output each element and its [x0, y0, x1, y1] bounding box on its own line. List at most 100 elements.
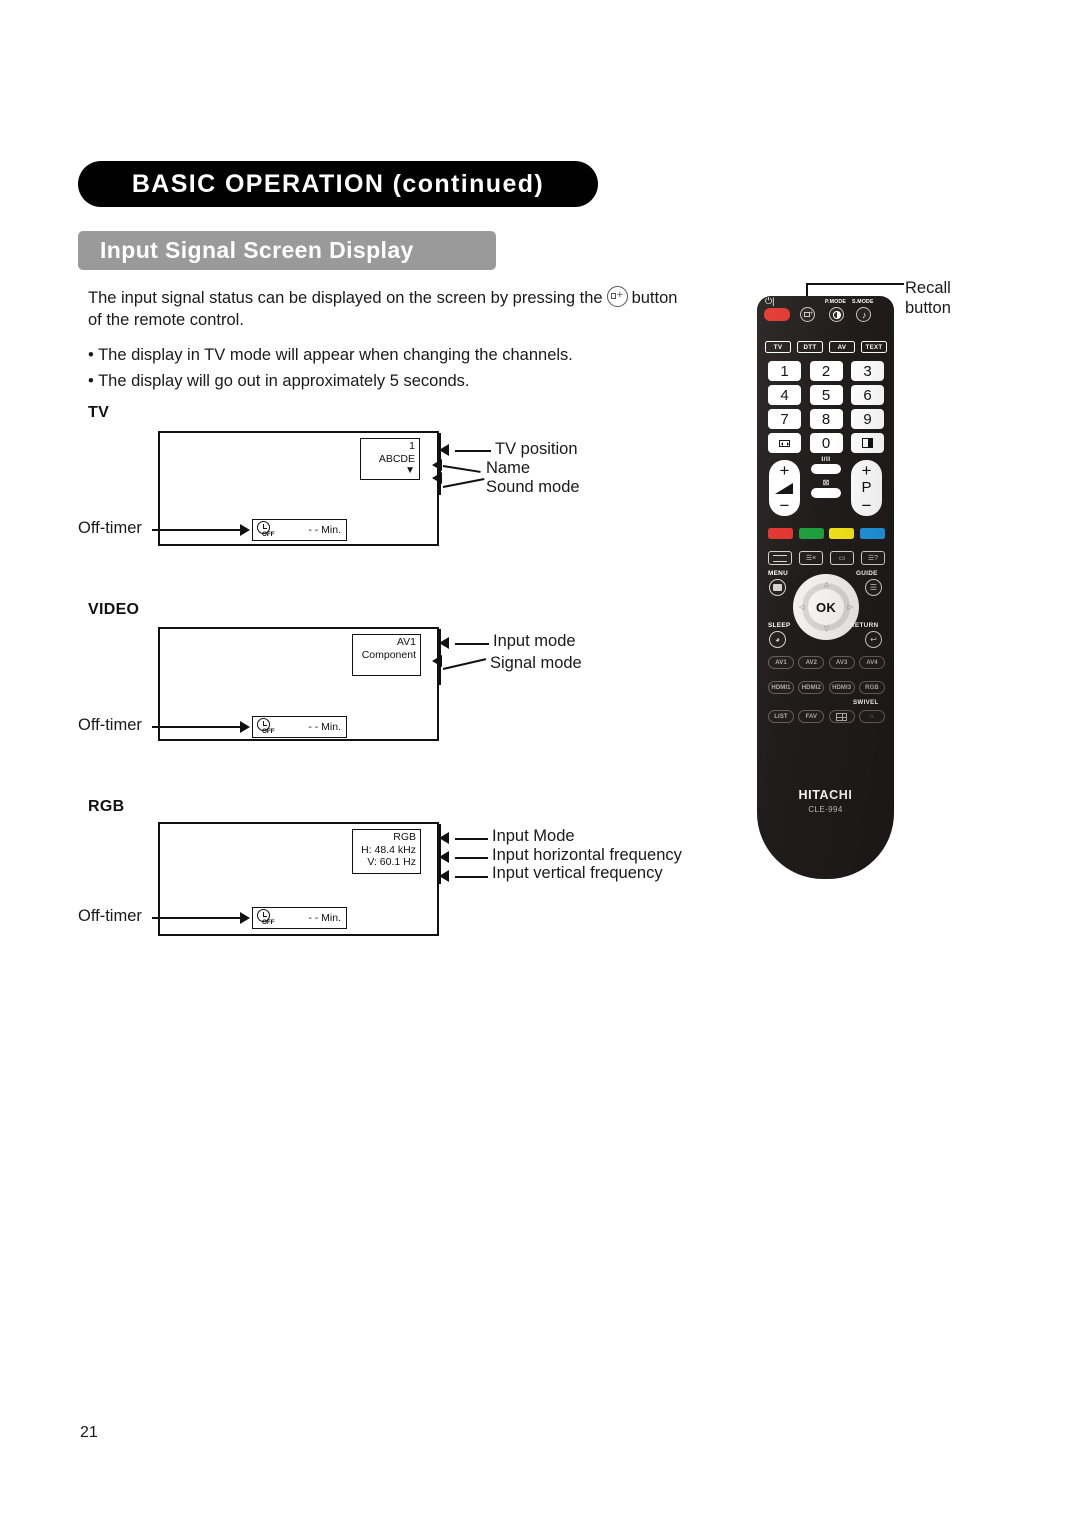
offtimer-caption-video: Off-timer: [78, 716, 142, 734]
subtitle-icon: ▭: [838, 554, 846, 562]
volume-up-label: +: [779, 461, 790, 480]
text-cancel-button[interactable]: ☰×: [799, 551, 823, 565]
bullet-item-1: • The display in TV mode will appear whe…: [88, 346, 573, 364]
recall-callout-line-2: button: [905, 299, 951, 317]
color-key-blue[interactable]: [859, 528, 885, 539]
numpad-button-4[interactable]: 4: [768, 385, 801, 405]
rgb-callout-leader-1: [455, 838, 488, 840]
recall-button-callout: Recall button: [905, 278, 951, 318]
half-screen-button[interactable]: [851, 433, 884, 453]
directional-pad[interactable]: △ ▽ ◁ ▷ OK: [793, 574, 859, 640]
smode-label: S.MODE: [852, 299, 874, 305]
program-down-label: −: [861, 496, 872, 515]
video-callout-leader-1: [455, 643, 489, 645]
numpad-row-2: 4 5 6: [768, 385, 884, 405]
headphone-button[interactable]: ∩: [858, 710, 885, 723]
numpad-button-8[interactable]: 8: [809, 409, 843, 429]
sound-mode-button[interactable]: ♪: [856, 307, 871, 322]
color-key-red[interactable]: [768, 528, 793, 539]
return-label: RETURN: [850, 622, 879, 629]
dpad-up-icon[interactable]: △: [824, 581, 829, 588]
channel-swap-button[interactable]: [768, 433, 801, 453]
remote-center-pair: I/II ⊠: [809, 456, 843, 498]
clock-off-icon: OFF: [255, 520, 277, 540]
rgb-callout-leader-2: [455, 857, 488, 859]
input-button-av4[interactable]: AV4: [858, 656, 885, 669]
favourite-button[interactable]: FAV: [798, 710, 825, 723]
text-reveal-button[interactable]: ☰?: [861, 551, 885, 565]
rgb-callout-arrow-2: [439, 851, 449, 863]
source-button-text[interactable]: TEXT: [861, 341, 887, 353]
dual-sound-button[interactable]: [811, 464, 841, 474]
numpad-button-0[interactable]: 0: [809, 433, 843, 453]
source-button-tv[interactable]: TV: [765, 341, 791, 353]
guide-button[interactable]: ☰: [865, 579, 882, 596]
offtimer-video-value: - - Min.: [308, 721, 341, 733]
osd-video-input-mode: AV1: [396, 636, 416, 648]
volume-icon: [775, 483, 793, 494]
mute-button[interactable]: [811, 488, 841, 498]
page-header-title: BASIC OPERATION (continued): [131, 169, 545, 198]
multi-window-button[interactable]: [828, 710, 855, 723]
numpad-button-1[interactable]: 1: [768, 361, 801, 381]
input-button-av3[interactable]: AV3: [828, 656, 855, 669]
volume-rocker[interactable]: + −: [769, 460, 800, 516]
music-note-icon: ♪: [862, 310, 867, 320]
rgb-callout-leader-3: [455, 876, 488, 878]
input-pill-row-av: AV1 AV2 AV3 AV4: [768, 656, 885, 669]
video-callout-arrow-2: [432, 655, 442, 667]
section-title-text: Input Signal Screen Display: [100, 237, 414, 263]
clock-off-icon: OFF: [255, 717, 277, 737]
clock-off-label: OFF: [262, 728, 275, 735]
source-button-dtt[interactable]: DTT: [797, 341, 823, 353]
program-rocker[interactable]: + P −: [851, 460, 882, 516]
dpad-left-icon[interactable]: ◁: [799, 604, 804, 611]
input-button-hdmi3[interactable]: HDMI3: [828, 681, 855, 694]
offtimer-tv-leader: [152, 529, 240, 531]
numpad-button-5[interactable]: 5: [809, 385, 843, 405]
remote-control-illustration: ⏻| + P.MODE S.MODE ♪ TV DTT AV TEXT 1 2 …: [757, 296, 894, 879]
picture-mode-button[interactable]: [829, 307, 844, 322]
numpad-button-2[interactable]: 2: [809, 361, 843, 381]
ok-button[interactable]: OK: [808, 589, 844, 625]
return-button[interactable]: ↩: [865, 631, 882, 648]
power-button[interactable]: [764, 308, 790, 321]
rgb-callout-arrow-1: [439, 832, 449, 844]
offtimer-box-video: OFF - - Min.: [252, 716, 347, 738]
text-index-button[interactable]: [768, 551, 792, 565]
subtitle-button[interactable]: ▭: [830, 551, 854, 565]
menu-button[interactable]: [769, 579, 786, 596]
input-button-av2[interactable]: AV2: [798, 656, 825, 669]
input-button-hdmi2[interactable]: HDMI2: [798, 681, 825, 694]
osd-box-video: AV1 Component: [352, 634, 421, 676]
recall-plus-icon: +: [809, 310, 814, 318]
numpad-button-3[interactable]: 3: [851, 361, 884, 381]
source-button-av[interactable]: AV: [829, 341, 855, 353]
list-button[interactable]: LIST: [768, 710, 794, 723]
text-cancel-icon: ☰×: [805, 554, 817, 562]
numpad-button-9[interactable]: 9: [851, 409, 884, 429]
input-pill-row-hdmi: HDMI1 HDMI2 HDMI3 RGB: [768, 681, 885, 694]
color-key-yellow[interactable]: [829, 528, 855, 539]
video-callout-label-signal-mode: Signal mode: [490, 654, 582, 672]
tv-callout-arrow-1: [439, 444, 449, 456]
intro-text-after-icon: button: [631, 289, 678, 307]
tv-callout-label-position: TV position: [495, 440, 578, 458]
recall-button[interactable]: +: [800, 307, 815, 322]
tv-callout-arrow-3: [432, 472, 442, 484]
color-key-green[interactable]: [798, 528, 824, 539]
clock-off-label: OFF: [262, 919, 275, 926]
input-button-hdmi1[interactable]: HDMI1: [768, 681, 794, 694]
input-button-av1[interactable]: AV1: [768, 656, 794, 669]
dpad-down-icon[interactable]: ▽: [824, 626, 829, 633]
sleep-button[interactable]: ◕: [769, 631, 786, 648]
input-button-rgb[interactable]: RGB: [858, 681, 885, 694]
video-callout-label-input-mode: Input mode: [493, 632, 576, 650]
osd-tv-position: 1: [409, 440, 415, 452]
dpad-right-icon[interactable]: ▷: [848, 604, 853, 611]
text-reveal-icon: ☰?: [867, 554, 879, 562]
numpad-button-7[interactable]: 7: [768, 409, 801, 429]
offtimer-tv-arrow: [240, 524, 250, 536]
half-screen-icon: [862, 438, 873, 448]
numpad-button-6[interactable]: 6: [851, 385, 884, 405]
